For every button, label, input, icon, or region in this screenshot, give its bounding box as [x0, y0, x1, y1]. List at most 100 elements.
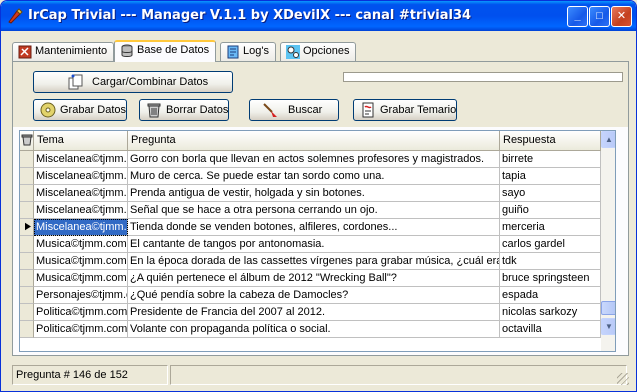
database-panel: Cargar/Combinar Datos Grabar Datos Borra…: [12, 61, 629, 356]
cell-tema[interactable]: Miscelanea©tjmm.c: [34, 185, 128, 202]
load-combine-button[interactable]: Cargar/Combinar Datos: [33, 71, 233, 93]
cell-tema[interactable]: Musica©tjmm.com: [34, 253, 128, 270]
trash-small-icon: [21, 134, 33, 146]
topic-document-icon: [362, 102, 374, 118]
grid-corner[interactable]: [20, 131, 34, 151]
cell-respuesta[interactable]: octavilla: [500, 321, 601, 338]
tab-label: Opciones: [303, 45, 350, 57]
row-indicator[interactable]: [20, 304, 34, 321]
toolbar: Cargar/Combinar Datos Grabar Datos Borra…: [13, 62, 628, 127]
cell-tema[interactable]: Miscelanea©tjmm.c: [34, 219, 128, 236]
status-pane-empty: [170, 365, 627, 385]
column-header-respuesta[interactable]: Respuesta: [500, 131, 601, 151]
scroll-up-button[interactable]: ▲: [601, 131, 615, 148]
tab-base-de-datos[interactable]: Base de Datos: [114, 40, 217, 62]
cell-pregunta[interactable]: Prenda antigua de vestir, holgada y sin …: [128, 185, 500, 202]
tab-label: Log's: [243, 45, 269, 57]
row-indicator[interactable]: [20, 219, 34, 236]
row-indicator[interactable]: [20, 151, 34, 168]
table-row[interactable]: Miscelanea©tjmm.c Señal que se hace a otr…: [20, 202, 615, 219]
tab-label: Base de Datos: [137, 44, 210, 56]
scroll-down-button[interactable]: ▼: [601, 318, 615, 335]
table-row[interactable]: Miscelanea©tjmm.c Muro de cerca. Se puede…: [20, 168, 615, 185]
title-bar[interactable]: IrCap Trivial --- Manager V.1.1 by XDevi…: [1, 1, 636, 31]
cell-tema[interactable]: Politica©tjmm.com: [34, 304, 128, 321]
cell-tema[interactable]: Musica©tjmm.com: [34, 270, 128, 287]
cell-pregunta[interactable]: En la época dorada de las cassettes vírg…: [128, 253, 500, 270]
cell-respuesta[interactable]: merceria: [500, 219, 601, 236]
cell-respuesta[interactable]: nicolas sarkozy: [500, 304, 601, 321]
search-icon: [263, 103, 277, 117]
cell-respuesta[interactable]: sayo: [500, 185, 601, 202]
cell-respuesta[interactable]: birrete: [500, 151, 601, 168]
delete-data-button[interactable]: Borrar Datos: [139, 99, 229, 121]
save-disc-icon: [40, 102, 56, 118]
table-row[interactable]: Personajes©tjmm.c ¿Qué pendía sobre la ca…: [20, 287, 615, 304]
row-indicator[interactable]: [20, 168, 34, 185]
close-button[interactable]: ✕: [611, 6, 632, 27]
trash-icon: [147, 103, 161, 118]
cell-pregunta[interactable]: Señal que se hace a otra persona cerrand…: [128, 202, 500, 219]
table-row[interactable]: Musica©tjmm.com ¿A quién pertenece el álb…: [20, 270, 615, 287]
cell-tema[interactable]: Musica©tjmm.com: [34, 236, 128, 253]
save-topic-button[interactable]: Grabar Temario: [353, 99, 457, 121]
cell-tema[interactable]: Miscelanea©tjmm.c: [34, 202, 128, 219]
table-row[interactable]: Politica©tjmm.com Volante con propaganda …: [20, 321, 615, 338]
cell-respuesta[interactable]: tdk: [500, 253, 601, 270]
maximize-button[interactable]: □: [589, 6, 610, 27]
cell-pregunta[interactable]: Tienda donde se venden botones, alfilere…: [128, 219, 500, 236]
table-row[interactable]: Musica©tjmm.com En la época dorada de las…: [20, 253, 615, 270]
cell-respuesta[interactable]: tapia: [500, 168, 601, 185]
cell-pregunta[interactable]: Muro de cerca. Se puede estar tan sordo …: [128, 168, 500, 185]
table-row[interactable]: Musica©tjmm.com El cantante de tangos por…: [20, 236, 615, 253]
cell-tema[interactable]: Miscelanea©tjmm.c: [34, 168, 128, 185]
column-header-pregunta[interactable]: Pregunta: [128, 131, 500, 151]
app-icon: [8, 8, 23, 24]
questions-grid[interactable]: Tema Pregunta Respuesta Miscelanea©tjmm.…: [19, 130, 616, 352]
cell-pregunta[interactable]: Volante con propaganda política o social…: [128, 321, 500, 338]
cell-pregunta[interactable]: El cantante de tangos por antonomasia.: [128, 236, 500, 253]
cell-pregunta[interactable]: Presidente de Francia del 2007 al 2012.: [128, 304, 500, 321]
row-indicator[interactable]: [20, 202, 34, 219]
scroll-thumb[interactable]: [601, 301, 615, 315]
minimize-button[interactable]: _: [567, 6, 588, 27]
options-gears-icon: [286, 45, 300, 59]
status-bar: Pregunta # 146 de 152: [7, 365, 629, 385]
tab-label: Mantenimiento: [35, 45, 108, 57]
table-row[interactable]: Politica©tjmm.com Presidente de Francia d…: [20, 304, 615, 321]
client-area: Mantenimiento Base de Datos Log's Opcion…: [4, 31, 633, 389]
cell-pregunta[interactable]: ¿A quién pertenece el álbum de 2012 "Wre…: [128, 270, 500, 287]
load-files-icon: [68, 74, 83, 90]
search-button[interactable]: Buscar: [249, 99, 339, 121]
row-indicator[interactable]: [20, 321, 34, 338]
row-indicator[interactable]: [20, 270, 34, 287]
cell-respuesta[interactable]: guiño: [500, 202, 601, 219]
table-row[interactable]: Miscelanea©tjmm.c Gorro con borla que lle…: [20, 151, 615, 168]
row-indicator[interactable]: [20, 236, 34, 253]
save-data-button[interactable]: Grabar Datos: [33, 99, 127, 121]
cell-tema[interactable]: Personajes©tjmm.c: [34, 287, 128, 304]
cell-respuesta[interactable]: espada: [500, 287, 601, 304]
cell-respuesta[interactable]: carlos gardel: [500, 236, 601, 253]
vertical-scrollbar[interactable]: ▲ ▼: [601, 131, 615, 351]
tab-logs[interactable]: Log's: [220, 42, 276, 61]
cell-tema[interactable]: Politica©tjmm.com: [34, 321, 128, 338]
row-indicator[interactable]: [20, 185, 34, 202]
table-row[interactable]: Miscelanea©tjmm.c Tienda donde se venden …: [20, 219, 615, 236]
database-icon: [121, 44, 133, 57]
tab-mantenimiento[interactable]: Mantenimiento: [12, 42, 115, 61]
gear-hammer-icon: [18, 45, 32, 59]
cell-respuesta[interactable]: bruce springsteen: [500, 270, 601, 287]
window-title: IrCap Trivial --- Manager V.1.1 by XDevi…: [28, 8, 472, 23]
column-header-tema[interactable]: Tema: [34, 131, 128, 151]
table-row[interactable]: Miscelanea©tjmm.c Prenda antigua de vesti…: [20, 185, 615, 202]
cell-tema[interactable]: Miscelanea©tjmm.c: [34, 151, 128, 168]
cell-pregunta[interactable]: Gorro con borla que llevan en actos sole…: [128, 151, 500, 168]
row-indicator[interactable]: [20, 253, 34, 270]
row-indicator[interactable]: [20, 287, 34, 304]
current-row-arrow-icon: [25, 222, 31, 231]
progress-bar: [343, 72, 623, 82]
resize-grip[interactable]: [617, 373, 629, 385]
cell-pregunta[interactable]: ¿Qué pendía sobre la cabeza de Damocles?: [128, 287, 500, 304]
tab-opciones[interactable]: Opciones: [280, 42, 357, 61]
